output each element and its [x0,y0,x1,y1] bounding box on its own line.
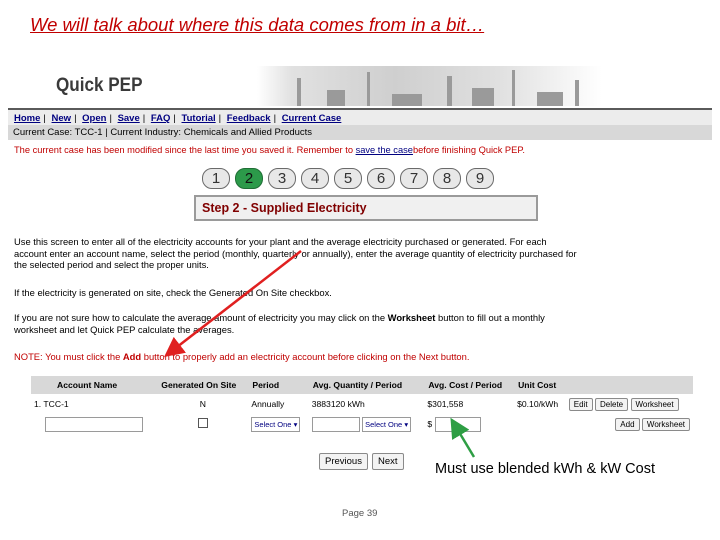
annotation-arrows [164,250,476,458]
green-arrow [450,417,476,458]
red-arrow [164,250,302,358]
